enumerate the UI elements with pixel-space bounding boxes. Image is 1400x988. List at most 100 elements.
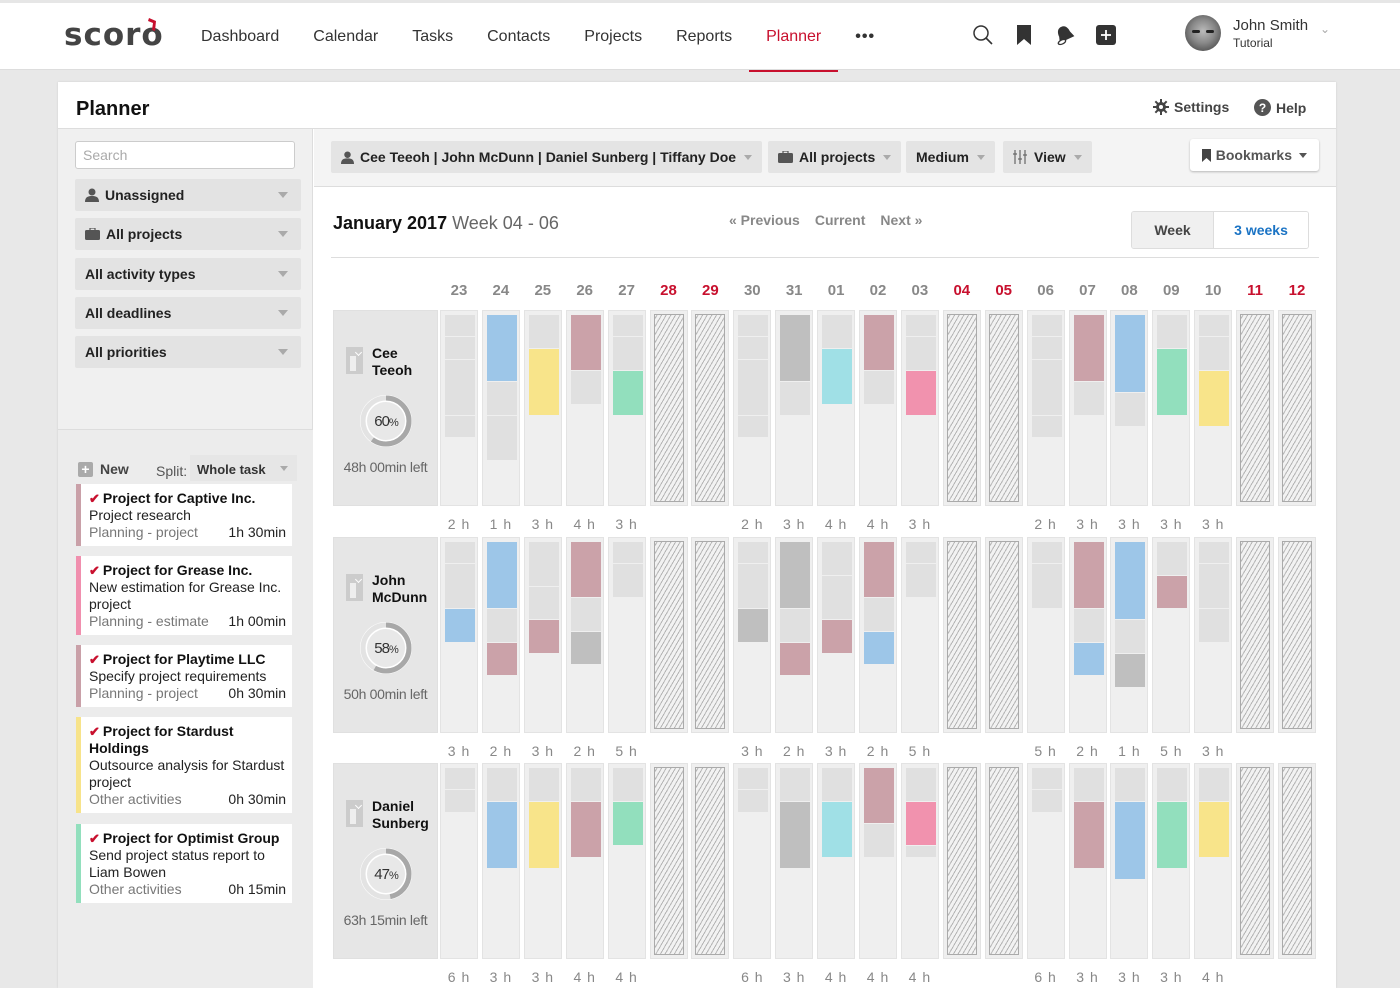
task-block[interactable] <box>486 801 517 868</box>
nav-reports[interactable]: Reports <box>659 3 749 70</box>
bell-icon[interactable] <box>1054 23 1076 47</box>
nav-projects[interactable]: Projects <box>567 3 659 70</box>
free-slot[interactable] <box>486 768 517 801</box>
view-button[interactable]: View <box>1003 141 1092 173</box>
day-cell[interactable] <box>481 763 520 959</box>
day-cell-weekend[interactable] <box>691 537 730 733</box>
task-block[interactable] <box>528 620 559 653</box>
day-cell-weekend[interactable] <box>1278 763 1316 959</box>
day-cell-weekend[interactable] <box>942 763 981 959</box>
task-block[interactable] <box>780 642 811 676</box>
free-slot[interactable] <box>1031 337 1062 359</box>
task-card[interactable]: ✔ Project for Optimist Group Send project … <box>76 824 292 903</box>
free-slot[interactable] <box>1031 542 1062 564</box>
task-block[interactable] <box>528 348 559 415</box>
free-slot[interactable] <box>905 846 936 857</box>
free-slot[interactable] <box>445 415 475 438</box>
add-icon[interactable] <box>1095 23 1117 47</box>
free-slot[interactable] <box>905 768 936 801</box>
day-cell[interactable] <box>817 537 856 733</box>
free-slot[interactable] <box>1031 415 1062 438</box>
task-block[interactable] <box>486 315 517 382</box>
task-block[interactable] <box>780 801 811 868</box>
free-slot[interactable] <box>1073 382 1104 415</box>
current-link[interactable]: Current <box>815 212 866 228</box>
free-slot[interactable] <box>822 768 853 801</box>
day-cell[interactable] <box>1068 310 1107 506</box>
day-cell[interactable] <box>775 310 814 506</box>
day-cell-weekend[interactable] <box>984 537 1023 733</box>
day-cell[interactable] <box>900 763 939 959</box>
day-cell[interactable] <box>440 537 478 733</box>
task-block[interactable] <box>780 315 811 382</box>
nav-tasks[interactable]: Tasks <box>395 3 470 70</box>
day-cell-weekend[interactable] <box>691 763 730 959</box>
free-slot[interactable] <box>445 315 475 337</box>
range-3weeks-button[interactable]: 3 weeks <box>1214 212 1308 248</box>
free-slot[interactable] <box>780 382 811 415</box>
free-slot[interactable] <box>445 790 475 812</box>
free-slot[interactable] <box>1115 393 1146 426</box>
task-block[interactable] <box>1199 371 1230 426</box>
day-cell[interactable] <box>440 310 478 506</box>
free-slot[interactable] <box>570 598 601 631</box>
task-block[interactable] <box>905 371 936 415</box>
day-cell[interactable] <box>1026 763 1065 959</box>
day-cell-weekend[interactable] <box>942 310 981 506</box>
day-cell[interactable] <box>859 763 897 959</box>
split-select[interactable]: Whole task <box>190 455 297 481</box>
free-slot[interactable] <box>905 337 936 370</box>
day-cell[interactable] <box>733 537 772 733</box>
day-cell[interactable] <box>733 310 772 506</box>
day-cell-weekend[interactable] <box>942 537 981 733</box>
day-cell[interactable] <box>565 763 604 959</box>
task-block[interactable] <box>822 620 853 653</box>
free-slot[interactable] <box>445 542 475 564</box>
free-slot[interactable] <box>445 564 475 609</box>
new-task-button[interactable]: + New <box>78 461 129 477</box>
task-block[interactable] <box>1073 801 1104 868</box>
search-icon[interactable] <box>972 23 994 47</box>
free-slot[interactable] <box>528 586 559 620</box>
day-cell[interactable] <box>1152 537 1191 733</box>
free-slot[interactable] <box>1199 609 1230 642</box>
task-block[interactable] <box>486 542 517 609</box>
free-slot[interactable] <box>1031 790 1062 812</box>
day-cell-weekend[interactable] <box>1236 310 1275 506</box>
help-button[interactable]: ? Help <box>1254 99 1306 116</box>
users-filter-button[interactable]: Cee Teeoh | John McDunn | Daniel Sunberg… <box>331 141 763 173</box>
day-cell[interactable] <box>859 537 897 733</box>
free-slot[interactable] <box>612 768 643 801</box>
day-cell[interactable] <box>1152 763 1191 959</box>
day-cell[interactable] <box>1068 537 1107 733</box>
day-cell[interactable] <box>859 310 897 506</box>
nav-dashboard[interactable]: Dashboard <box>184 3 296 70</box>
free-slot[interactable] <box>1199 315 1230 337</box>
task-card[interactable]: ✔ Project for Captive Inc. Project researc… <box>76 484 292 546</box>
day-cell-weekend[interactable] <box>1278 310 1316 506</box>
next-link[interactable]: Next » <box>880 212 922 228</box>
free-slot[interactable] <box>1073 609 1104 642</box>
free-slot[interactable] <box>1073 768 1104 801</box>
task-block[interactable] <box>1157 348 1188 415</box>
free-slot[interactable] <box>612 542 643 564</box>
free-slot[interactable] <box>1157 768 1188 801</box>
task-block[interactable] <box>1073 642 1104 676</box>
task-block[interactable] <box>612 371 643 415</box>
day-cell[interactable] <box>900 537 939 733</box>
day-cell-weekend[interactable] <box>649 763 688 959</box>
free-slot[interactable] <box>528 315 559 348</box>
day-cell-weekend[interactable] <box>1236 763 1275 959</box>
free-slot[interactable] <box>822 575 853 620</box>
task-block[interactable] <box>570 801 601 857</box>
free-slot[interactable] <box>738 315 769 337</box>
free-slot[interactable] <box>445 337 475 359</box>
day-cell[interactable] <box>1110 537 1149 733</box>
day-cell[interactable] <box>565 537 604 733</box>
free-slot[interactable] <box>780 609 811 642</box>
free-slot[interactable] <box>738 337 769 359</box>
settings-button[interactable]: Settings <box>1153 99 1229 115</box>
person-name[interactable]: Daniel Sunberg <box>372 798 429 832</box>
free-slot[interactable] <box>1031 564 1062 609</box>
free-slot[interactable] <box>570 371 601 404</box>
